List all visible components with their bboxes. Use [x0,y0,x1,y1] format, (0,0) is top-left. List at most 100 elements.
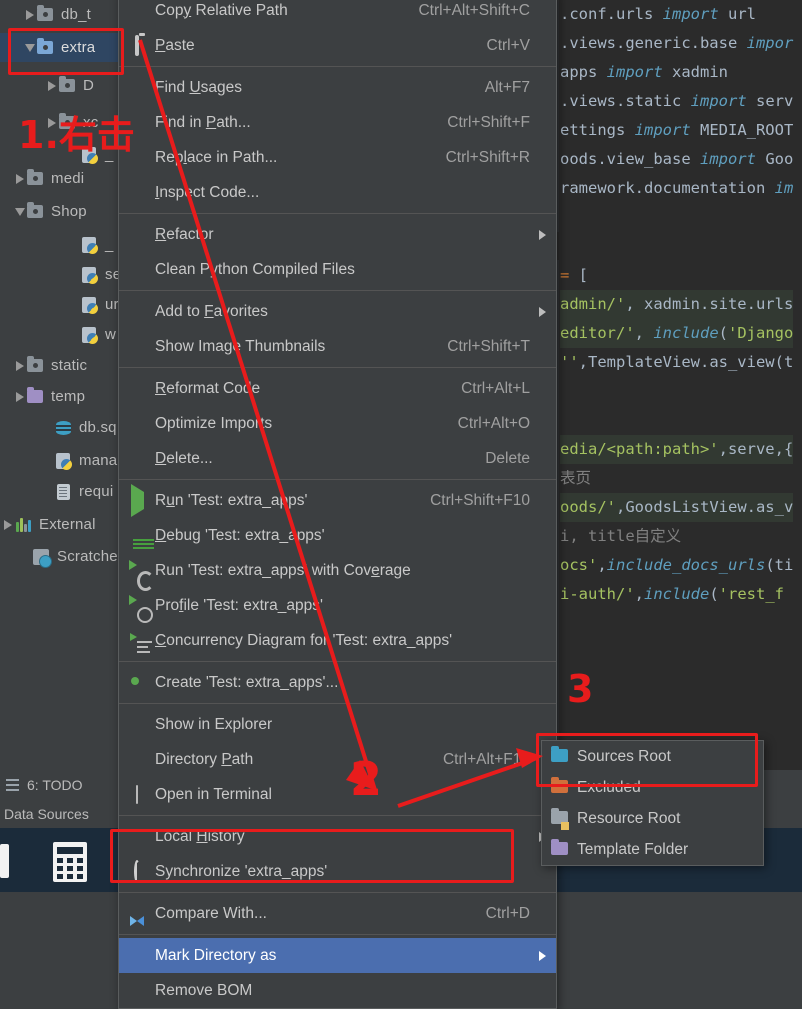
menu-item[interactable]: Paste Ctrl+V [119,28,556,63]
code-token: import [606,63,663,81]
folder-sources-root-icon [551,741,577,772]
tree-item-label: ur [105,296,119,313]
code-line: i, title自定义 [560,522,681,551]
submenu-item[interactable]: Resource Root [542,803,763,834]
menu-item-label: Local History [155,827,245,845]
code-token: url [718,5,756,23]
menu-item[interactable]: Replace in Path... Ctrl+Shift+R [119,140,556,175]
menu-item[interactable]: Refactor [119,217,556,252]
python-file-icon [81,145,99,165]
tree-item-label: medi [51,170,85,187]
code-token: , [634,324,654,342]
menu-item[interactable]: Profile 'Test: extra_apps' [119,588,556,623]
folder-template-icon [551,834,577,865]
menu-item-label: Inspect Code... [155,183,260,201]
scratches-icon [33,547,52,568]
menu-item-label: Refactor [155,225,214,243]
tree-item-label: xc [83,114,99,131]
menu-item[interactable]: Compare With... Ctrl+D [119,896,556,931]
submenu-item[interactable]: Template Folder [542,834,763,865]
code-line: editor/', include('Django [560,319,794,348]
menu-item[interactable]: Inspect Code... [119,175,556,210]
text-file-icon [55,482,73,502]
tree-item-label: static [51,357,88,374]
panel-edge-marker [0,844,9,878]
menu-item-shortcut: Ctrl+Shift+R [445,148,530,166]
folder-gray-icon [27,201,45,222]
tree-item-label: temp [51,388,86,405]
menu-item[interactable]: Local History [119,819,556,854]
menu-item[interactable]: Create 'Test: extra_apps'... [119,665,556,700]
menu-item[interactable]: Synchronize 'extra_apps' [119,854,556,889]
menu-item[interactable]: Clean Python Compiled Files [119,252,556,287]
code-token: i-auth/' [560,585,635,603]
menu-item-label: Copy Relative Path [155,1,288,19]
todo-list-icon [6,779,21,791]
code-token: (ti [765,556,794,574]
code-token: 'Django [728,324,794,342]
menu-item-shortcut: Ctrl+Shift+F10 [430,491,530,509]
tab-todo[interactable]: 6: TODO [0,770,118,800]
menu-item-icon [119,777,155,812]
menu-item-label: Debug 'Test: extra_apps' [155,526,325,544]
menu-item[interactable]: Directory Path Ctrl+Alt+F12 [119,742,556,777]
chevron-right-icon[interactable] [12,164,27,193]
chevron-right-icon[interactable] [12,351,27,380]
menu-separator [119,213,556,214]
menu-item[interactable]: Remove BOM [119,973,556,1008]
menu-item[interactable]: Run 'Test: extra_apps' Ctrl+Shift+F10 [119,483,556,518]
code-token: admin/' [560,295,626,313]
tab-data-sources-label: Data Sources [4,806,89,822]
context-menu[interactable]: Copy Relative Path Ctrl+Alt+Shift+C Paste C… [118,0,557,1009]
menu-item[interactable]: Show Image Thumbnails Ctrl+Shift+T [119,329,556,364]
chevron-right-icon[interactable] [12,382,27,411]
tree-expander-placeholder [18,542,33,571]
menu-item[interactable]: Add to Favorites [119,294,556,329]
folder-gray-icon [37,4,55,25]
menu-item[interactable]: Reformat Code Ctrl+Alt+L [119,371,556,406]
code-token: ,TemplateView.as_view(t [578,353,794,371]
calculator-icon[interactable] [53,842,87,882]
menu-item[interactable]: Run 'Test: extra_apps' with Coverage [119,553,556,588]
menu-item[interactable]: Debug 'Test: extra_apps' [119,518,556,553]
database-icon [55,418,73,438]
chevron-right-icon[interactable] [44,71,59,100]
menu-item[interactable]: Find in Path... Ctrl+Shift+F [119,105,556,140]
menu-item[interactable]: Find Usages Alt+F7 [119,70,556,105]
tree-item-label: w [105,326,117,343]
python-file-icon [81,325,99,345]
submenu-item[interactable]: Excluded [542,772,763,803]
menu-item[interactable]: Optimize Imports Ctrl+Alt+O [119,406,556,441]
mark-directory-as-submenu[interactable]: Sources Root Excluded Resource Root Templat… [541,740,764,866]
folder-purple-icon [27,386,45,407]
menu-item-icon [119,588,155,623]
menu-item[interactable]: Delete... Delete [119,441,556,476]
tree-item[interactable]: extra [0,33,134,62]
chevron-down-icon[interactable] [22,33,37,62]
chevron-right-icon[interactable] [22,0,37,29]
code-editor[interactable]: .conf.urls import url .views.generic.base… [548,0,802,770]
code-line: '',TemplateView.as_view(t [560,348,793,377]
chevron-right-icon[interactable] [44,108,59,137]
menu-separator [119,934,556,935]
chevron-right-icon[interactable] [0,510,15,539]
tab-data-sources[interactable]: Data Sources [0,800,118,828]
menu-item-icon [119,28,155,63]
submenu-item[interactable]: Sources Root [542,741,763,772]
tree-expander-placeholder [66,230,81,259]
menu-item-label: Show Image Thumbnails [155,337,326,355]
menu-item[interactable]: Open in Terminal [119,777,556,812]
menu-separator [119,815,556,816]
menu-item[interactable]: Show in Explorer [119,707,556,742]
code-token: i, title自定义 [560,527,682,545]
menu-item[interactable]: Concurrency Diagram for 'Test: extra_app… [119,623,556,658]
code-line: ettings import MEDIA_ROOT [560,116,793,145]
menu-item[interactable]: Copy Relative Path Ctrl+Alt+Shift+C [119,0,556,28]
python-file-icon [81,265,99,285]
tree-item-label: _ [105,236,114,253]
code-line: admin/', xadmin.site.urls [560,290,794,319]
menu-item-label: Concurrency Diagram for 'Test: extra_app… [155,631,453,649]
chevron-down-icon[interactable] [12,197,27,226]
menu-item-icon [119,252,155,287]
menu-item[interactable]: Mark Directory as [119,938,556,973]
